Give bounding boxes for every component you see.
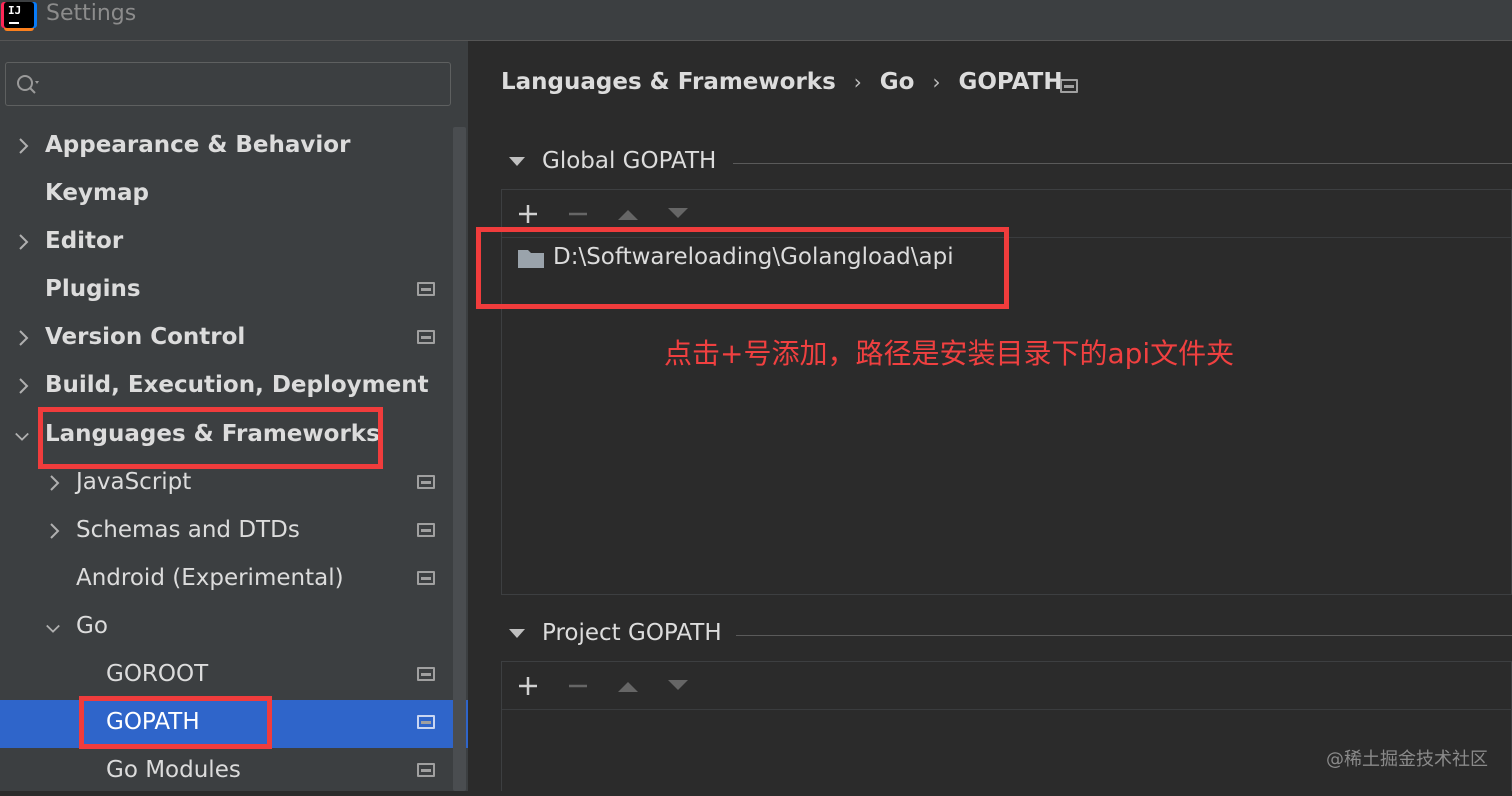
- remove-icon[interactable]: [566, 202, 590, 226]
- project-settings-icon: [417, 715, 435, 729]
- sidebar-item-build[interactable]: Build, Execution, Deployment: [0, 363, 452, 411]
- window-title: Settings: [46, 1, 137, 26]
- sidebar-item-label: JavaScript: [76, 469, 192, 495]
- project-settings-icon: [417, 763, 435, 777]
- sidebar-item-label: Go: [76, 613, 108, 639]
- breadcrumb-item[interactable]: Languages & Frameworks: [501, 69, 836, 95]
- sidebar-item-go[interactable]: Go: [0, 604, 452, 652]
- sidebar-item-goroot[interactable]: GOROOT: [0, 652, 452, 700]
- project-settings-icon: [417, 282, 435, 296]
- annotation-text: 点击+号添加，路径是安装目录下的api文件夹: [664, 337, 1235, 370]
- chevron-right-icon: [50, 475, 60, 491]
- sidebar-item-label: Plugins: [45, 276, 141, 302]
- breadcrumb-item[interactable]: Go: [880, 69, 915, 95]
- chevron-right-icon: [19, 234, 29, 250]
- project-settings-icon: [1060, 79, 1078, 93]
- sidebar-item-label: Appearance & Behavior: [45, 132, 351, 158]
- chevron-down-icon: [46, 624, 60, 633]
- breadcrumb-separator-icon: ›: [932, 70, 941, 94]
- move-up-icon[interactable]: [616, 674, 640, 698]
- sidebar-item-label: Editor: [45, 228, 124, 254]
- watermark: @稀土掘金技术社区: [1326, 749, 1488, 770]
- toolbar-divider: [502, 709, 1512, 710]
- search-icon: [17, 75, 39, 94]
- breadcrumb-separator-icon: ›: [853, 70, 862, 94]
- breadcrumb: Languages & Frameworks › Go › GOPATH: [501, 69, 1063, 95]
- chevron-right-icon: [19, 378, 29, 394]
- sidebar-item-go-modules[interactable]: Go Modules: [0, 748, 452, 796]
- sidebar-item-label: Go Modules: [106, 757, 241, 783]
- project-settings-icon: [417, 523, 435, 537]
- add-icon[interactable]: [516, 674, 540, 698]
- settings-content: Languages & Frameworks › Go › GOPATH Global …: [468, 41, 1512, 791]
- sidebar-item-label: Build, Execution, Deployment: [45, 372, 429, 398]
- section-divider: [733, 163, 1512, 164]
- project-settings-icon: [417, 475, 435, 489]
- collapse-triangle-icon[interactable]: [509, 157, 525, 166]
- highlight-box-languages: [38, 407, 383, 469]
- project-gopath-panel: [501, 661, 1512, 791]
- remove-icon[interactable]: [566, 674, 590, 698]
- title-bar: IJ Settings: [0, 0, 1512, 41]
- project-settings-icon: [417, 330, 435, 344]
- project-settings-icon: [417, 571, 435, 585]
- collapse-triangle-icon[interactable]: [509, 629, 525, 638]
- sidebar-item-appearance[interactable]: Appearance & Behavior: [0, 123, 452, 171]
- breadcrumb-item: GOPATH: [958, 69, 1063, 95]
- chevron-down-icon: [15, 432, 29, 441]
- sidebar-item-label: Version Control: [45, 324, 246, 350]
- sidebar-item-label: Android (Experimental): [76, 565, 344, 591]
- move-down-icon[interactable]: [666, 202, 690, 226]
- project-settings-icon: [417, 667, 435, 681]
- add-icon[interactable]: [516, 202, 540, 226]
- sidebar-item-android[interactable]: Android (Experimental): [0, 556, 452, 604]
- highlight-box-path: [476, 227, 1009, 309]
- global-gopath-title: Global GOPATH: [542, 148, 717, 174]
- sidebar-item-editor[interactable]: Editor: [0, 219, 452, 267]
- move-down-icon[interactable]: [666, 674, 690, 698]
- sidebar-item-label: GOROOT: [106, 661, 209, 687]
- sidebar-item-version-control[interactable]: Version Control: [0, 315, 452, 363]
- sidebar-item-plugins[interactable]: Plugins: [0, 267, 452, 315]
- project-gopath-title: Project GOPATH: [542, 620, 722, 646]
- chevron-right-icon: [19, 138, 29, 154]
- sidebar-item-label: Keymap: [45, 180, 149, 206]
- chevron-right-icon: [50, 523, 60, 539]
- sidebar-item-schemas-dtds[interactable]: Schemas and DTDs: [0, 508, 452, 556]
- section-divider: [736, 635, 1512, 636]
- sidebar-item-keymap[interactable]: Keymap: [0, 171, 452, 219]
- move-up-icon[interactable]: [616, 202, 640, 226]
- sidebar-scrollbar[interactable]: [453, 127, 466, 791]
- search-input[interactable]: [5, 62, 451, 106]
- sidebar-item-label: Schemas and DTDs: [76, 517, 300, 543]
- intellij-logo-icon: IJ: [4, 2, 34, 28]
- highlight-box-gopath: [79, 696, 272, 749]
- chevron-right-icon: [19, 330, 29, 346]
